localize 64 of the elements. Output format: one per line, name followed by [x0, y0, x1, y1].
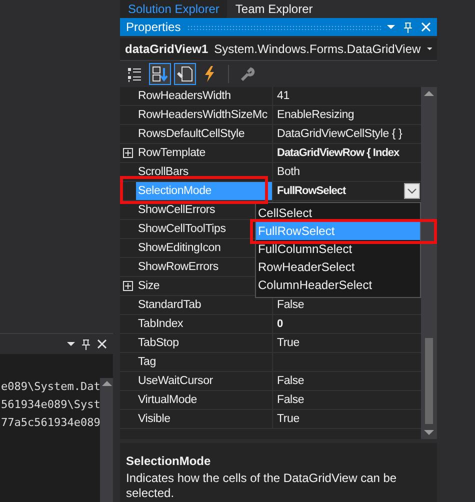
property-name[interactable]: ShowCellToolTips — [136, 220, 226, 238]
property-name[interactable]: ShowCellErrors — [136, 201, 216, 219]
property-name[interactable]: Visible — [136, 410, 170, 428]
dropdown-button[interactable] — [404, 183, 420, 199]
output-line: e089\System.Dat — [0, 379, 100, 395]
property-name[interactable]: ScrollBars — [136, 163, 188, 181]
property-value[interactable]: True — [277, 410, 300, 428]
pin-icon[interactable] — [81, 338, 91, 350]
property-name[interactable]: ShowRowErrors — [136, 258, 218, 276]
property-value[interactable]: False — [277, 391, 304, 409]
dropdown-option[interactable]: CellSelect — [256, 204, 420, 222]
categorized-list-icon — [127, 66, 143, 82]
object-type: System.Windows.Forms.DataGridView — [214, 42, 421, 56]
scroll-up-icon[interactable] — [102, 381, 112, 386]
scroll-down-icon[interactable] — [424, 430, 434, 435]
property-name[interactable]: VirtualMode — [136, 391, 197, 409]
toolbar-button[interactable] — [149, 63, 171, 85]
property-value[interactable]: False — [277, 372, 304, 390]
property-value[interactable]: 41 — [277, 87, 290, 105]
object-selector[interactable]: dataGridView1 System.Windows.Forms.DataGridView — [120, 38, 437, 61]
page-wrench-icon — [177, 66, 193, 82]
panel-title: Properties — [126, 20, 181, 34]
property-value[interactable]: DataGridViewCellStyle { } — [277, 125, 402, 143]
property-value[interactable]: DataGridViewRow { Index — [277, 144, 400, 162]
scrollbar[interactable] — [421, 87, 437, 439]
property-name[interactable]: TabIndex — [136, 315, 184, 333]
dropdown-option[interactable]: FullColumnSelect — [256, 240, 420, 258]
expand-icon[interactable] — [123, 148, 133, 158]
output-line: 77a5c561934e089 — [0, 415, 100, 431]
close-icon[interactable] — [97, 339, 107, 349]
scroll-up-icon[interactable] — [424, 91, 434, 96]
property-value[interactable]: 0 — [277, 315, 283, 333]
dropdown-option[interactable]: ColumnHeaderSelect — [256, 276, 420, 294]
property-name[interactable]: RowHeadersWidthSizeMc — [136, 106, 268, 124]
property-value[interactable]: Both — [277, 163, 300, 181]
scrollbar[interactable] — [100, 378, 113, 502]
object-name: dataGridView1 — [125, 42, 208, 56]
property-value[interactable]: False — [277, 296, 304, 314]
property-name[interactable]: RowHeadersWidth — [136, 87, 231, 105]
description-title: SelectionMode — [126, 453, 212, 469]
property-value[interactable]: True — [277, 334, 300, 352]
description-text: Indicates how the cells of the DataGridView can be selected. — [126, 471, 398, 501]
property-name[interactable]: StandardTab — [136, 296, 202, 314]
property-name[interactable]: UseWaitCursor — [136, 372, 213, 390]
wrench-icon — [239, 66, 255, 82]
property-name[interactable]: ShowEditingIcon — [136, 239, 221, 257]
panel-tab[interactable]: Team Explorer — [227, 0, 321, 18]
property-value[interactable]: FullRowSelect — [277, 182, 346, 200]
dropdown-option[interactable]: RowHeaderSelect — [256, 258, 420, 276]
sort-az-icon — [152, 66, 168, 82]
toolbar-button[interactable] — [174, 63, 196, 85]
property-name[interactable]: TabStop — [136, 334, 179, 352]
property-name[interactable]: Size — [136, 277, 160, 295]
property-name[interactable]: Tag — [136, 353, 156, 371]
property-name[interactable]: RowTemplate — [136, 144, 206, 162]
panel-tab[interactable]: Solution Explorer — [120, 0, 228, 18]
output-line: 561934e089\Syst — [0, 397, 100, 413]
property-name[interactable]: RowsDefaultCellStyle — [136, 125, 245, 143]
expand-icon[interactable] — [123, 281, 133, 291]
dropdown-icon[interactable] — [67, 342, 75, 346]
property-value[interactable]: EnableResizing — [277, 106, 354, 124]
scroll-thumb[interactable] — [425, 338, 433, 424]
dropdown-icon[interactable] — [426, 47, 432, 51]
chevron-icon — [407, 188, 417, 194]
